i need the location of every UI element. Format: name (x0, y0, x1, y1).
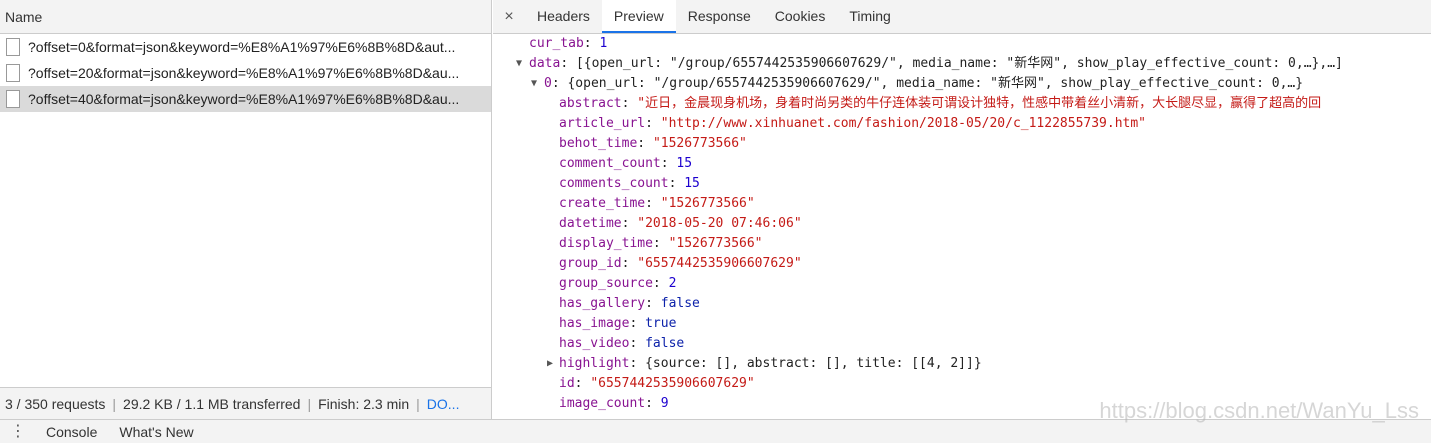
json-value: 2 (668, 276, 677, 291)
json-summary: {open_url: "/group/6557442535906607629/"… (567, 76, 1304, 91)
item-0-fields: abstract: "近日，金晨现身机场，身着时尚另类的牛仔连体装可谓设计独特，… (493, 94, 1431, 354)
status-separator: | (112, 395, 117, 412)
document-icon (6, 64, 20, 82)
expanded-triangle-icon[interactable]: ▼ (516, 54, 522, 74)
collapsed-triangle-icon[interactable]: ▶ (547, 354, 553, 374)
detail-tab-bar: × Headers Preview Response Cookies Timin… (493, 0, 1431, 34)
tree-node-data[interactable]: ▼ data: [{open_url: "/group/655744253590… (493, 54, 1431, 74)
document-icon (6, 90, 20, 108)
request-name: ?offset=0&format=json&keyword=%E8%A1%97%… (28, 39, 456, 55)
json-value: "2018-05-20 07:46:06" (637, 216, 802, 231)
tree-node-image-count: image_count: 9 (559, 396, 669, 411)
finish-time: Finish: 2.3 min (318, 395, 410, 412)
tab-headers[interactable]: Headers (525, 0, 602, 33)
tree-node-has-video: has_video: false (559, 336, 685, 351)
json-key: has_video (559, 336, 630, 351)
json-value: "6557442535906607629" (637, 256, 802, 271)
json-key: has_image (559, 316, 630, 331)
json-value: "1526773566" (660, 196, 755, 211)
json-value: 15 (676, 156, 693, 171)
network-request-list-pane: Name ?offset=0&format=json&keyword=%E8%A… (0, 0, 492, 419)
expanded-triangle-icon[interactable]: ▼ (531, 74, 537, 94)
json-key: id (559, 376, 575, 391)
json-value: 15 (684, 176, 700, 191)
tree-node-group-id: group_id: "6557442535906607629" (559, 256, 802, 271)
dom-content-loaded-link[interactable]: DO... (427, 396, 460, 412)
status-separator: | (307, 395, 312, 412)
json-key: 0 (544, 76, 552, 91)
drawer-tab-whats-new[interactable]: What's New (119, 424, 193, 440)
request-count: 3 / 350 requests (5, 395, 106, 412)
bottom-drawer-tabs: ⋮ Console What's New (0, 419, 1431, 443)
tree-node-highlight[interactable]: ▶ highlight: {source: [], abstract: [], … (493, 354, 1431, 374)
tree-node-article-url: article_url: "http://www.xinhuanet.com/f… (559, 116, 1147, 131)
json-preview-tree: cur_tab: 1 ▼ data: [{open_url: "/group/6… (493, 34, 1431, 419)
json-key: highlight (559, 356, 630, 371)
json-summary: [{open_url: "/group/6557442535906607629/… (575, 56, 1343, 71)
json-key: abstract (559, 96, 622, 111)
json-key: has_gallery (559, 296, 646, 311)
request-row-offset-40[interactable]: ?offset=40&format=json&keyword=%E8%A1%97… (0, 86, 491, 112)
request-detail-pane: × Headers Preview Response Cookies Timin… (493, 0, 1431, 419)
request-name: ?offset=20&format=json&keyword=%E8%A1%97… (28, 65, 460, 81)
json-key: datetime (559, 216, 622, 231)
tree-node-datetime: datetime: "2018-05-20 07:46:06" (559, 216, 802, 231)
json-value: "http://www.xinhuanet.com/fashion/2018-0… (660, 116, 1147, 131)
json-value: "6557442535906607629" (590, 376, 755, 391)
request-list: ?offset=0&format=json&keyword=%E8%A1%97%… (0, 34, 491, 112)
tree-node-has-image: has_image: true (559, 316, 677, 331)
json-value: false (645, 336, 685, 351)
json-key: create_time (559, 196, 646, 211)
json-value: "1526773566" (652, 136, 747, 151)
json-value: "1526773566" (668, 236, 763, 251)
tree-node-group-source: group_source: 2 (559, 276, 677, 291)
json-key: display_time (559, 236, 653, 251)
json-key: behot_time (559, 136, 638, 151)
tree-node-cur-tab: cur_tab: 1 (529, 36, 608, 51)
tab-preview[interactable]: Preview (601, 0, 676, 33)
json-key: data (529, 56, 561, 71)
tree-node-item-0[interactable]: ▼ 0: {open_url: "/group/6557442535906607… (493, 74, 1431, 94)
tree-node-has-gallery: has_gallery: false (559, 296, 700, 311)
tree-node-comments-count: comments_count: 15 (559, 176, 700, 191)
tree-node-abstract: abstract: "近日，金晨现身机场，身着时尚另类的牛仔连体装可谓设计独特，… (559, 96, 1322, 111)
drawer-tab-console[interactable]: Console (46, 424, 97, 440)
document-icon (6, 38, 20, 56)
request-name: ?offset=40&format=json&keyword=%E8%A1%97… (28, 91, 460, 107)
json-key: image_count (559, 396, 646, 411)
json-key: comments_count (559, 176, 669, 191)
name-column-label: Name (5, 8, 43, 25)
json-value: "近日，金晨现身机场，身着时尚另类的牛仔连体装可谓设计独特，性感中带着丝小清新，… (637, 96, 1322, 111)
tab-response[interactable]: Response (676, 0, 763, 33)
name-column-header[interactable]: Name (0, 0, 491, 34)
json-value: false (660, 296, 700, 311)
more-options-icon[interactable]: ⋮ (10, 423, 30, 439)
json-key: group_source (559, 276, 653, 291)
tab-timing[interactable]: Timing (837, 0, 903, 33)
tree-node-create-time: create_time: "1526773566" (559, 196, 755, 211)
tab-cookies[interactable]: Cookies (763, 0, 838, 33)
tree-node-comment-count: comment_count: 15 (559, 156, 693, 171)
json-key: comment_count (559, 156, 661, 171)
json-value: 9 (660, 396, 669, 411)
status-separator: | (416, 395, 420, 412)
request-row-offset-20[interactable]: ?offset=20&format=json&keyword=%E8%A1%97… (0, 60, 491, 86)
transferred-size: 29.2 KB / 1.1 MB transferred (123, 395, 301, 412)
tree-node-behot-time: behot_time: "1526773566" (559, 136, 747, 151)
json-key: group_id (559, 256, 622, 271)
request-row-offset-0[interactable]: ?offset=0&format=json&keyword=%E8%A1%97%… (0, 34, 491, 60)
json-summary: {source: [], abstract: [], title: [[4, 2… (645, 356, 982, 371)
network-status-bar: 3 / 350 requests | 29.2 KB / 1.1 MB tran… (0, 387, 491, 419)
json-value: 1 (599, 36, 608, 51)
json-key: article_url (559, 116, 646, 131)
tree-node-display-time: display_time: "1526773566" (559, 236, 763, 251)
tree-node-id: id: "6557442535906607629" (559, 376, 755, 391)
json-value: true (645, 316, 677, 331)
close-icon[interactable]: × (493, 0, 525, 33)
json-key: cur_tab (529, 36, 584, 51)
